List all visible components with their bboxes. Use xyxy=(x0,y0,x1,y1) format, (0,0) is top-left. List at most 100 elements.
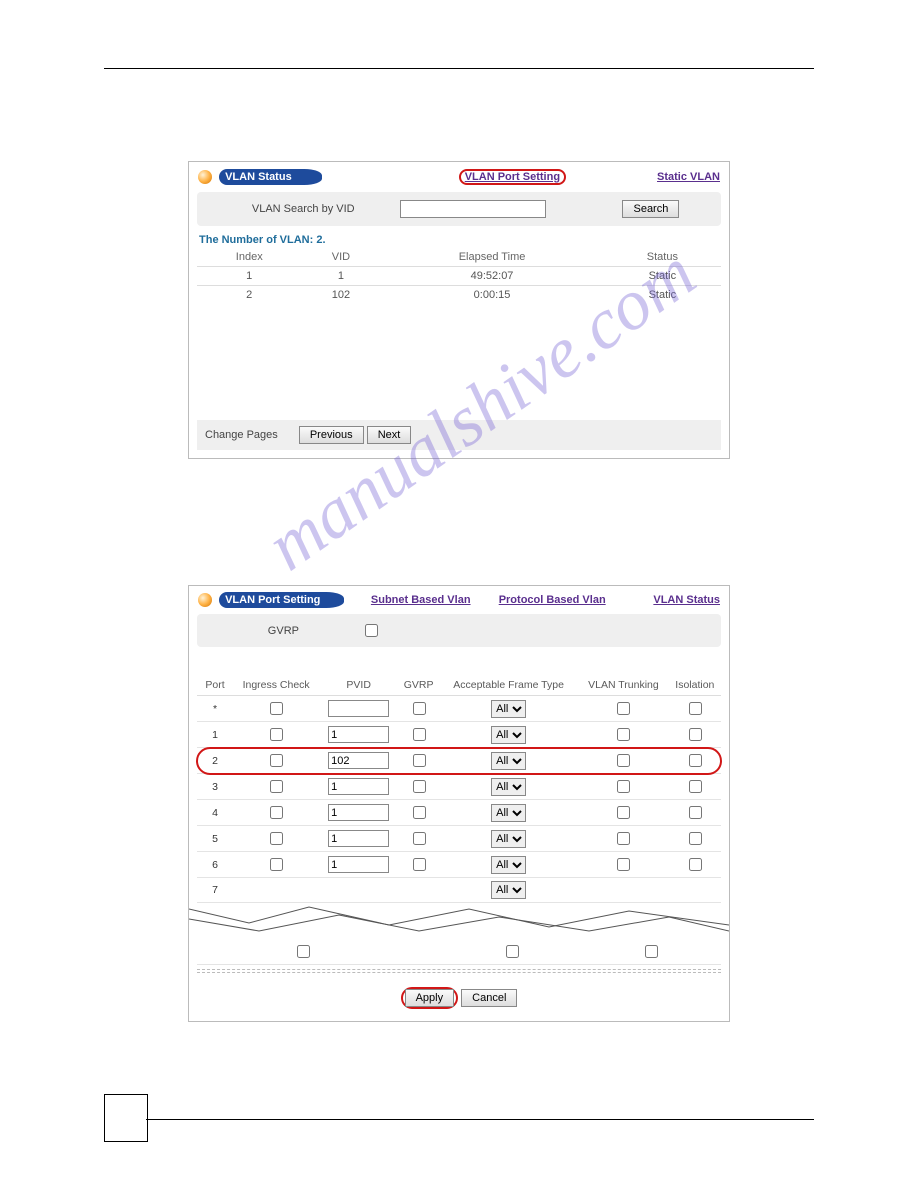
panel1-header: VLAN Status VLAN Port Setting Static VLA… xyxy=(189,162,729,190)
col-gvrp: GVRP xyxy=(398,675,439,696)
table-row: 3 All xyxy=(197,774,721,800)
col-vid: VID xyxy=(301,248,380,267)
red-highlight-port-setting: VLAN Port Setting xyxy=(459,169,566,185)
footer-box xyxy=(104,1094,148,1142)
table-row: 5 All xyxy=(197,826,721,852)
table-row: * All xyxy=(197,696,721,722)
isolation-checkbox[interactable] xyxy=(689,702,702,715)
search-row: VLAN Search by VID Search xyxy=(197,192,721,226)
orb-icon xyxy=(198,593,212,607)
ingress-checkbox[interactable] xyxy=(270,832,283,845)
isolation-checkbox[interactable] xyxy=(689,780,702,793)
isolation-checkbox[interactable] xyxy=(689,728,702,741)
gvrp-checkbox[interactable] xyxy=(413,858,426,871)
pvid-input[interactable] xyxy=(328,700,389,717)
gvrp-checkbox[interactable] xyxy=(413,780,426,793)
trunk-checkbox[interactable] xyxy=(617,806,630,819)
pvid-input[interactable] xyxy=(328,726,389,743)
search-input[interactable] xyxy=(400,200,546,218)
search-button[interactable]: Search xyxy=(622,200,679,218)
vlan-status-panel: VLAN Status VLAN Port Setting Static VLA… xyxy=(188,161,730,459)
col-trunk: VLAN Trunking xyxy=(578,675,669,696)
gvrp-global-checkbox[interactable] xyxy=(365,624,378,637)
pvid-input[interactable] xyxy=(328,752,389,769)
table-row: 2 102 0:00:15 Static xyxy=(197,286,721,305)
ingress-checkbox[interactable] xyxy=(270,806,283,819)
panel2-title: VLAN Port Setting xyxy=(219,592,344,608)
gvrp-checkbox[interactable] xyxy=(413,754,426,767)
ingress-checkbox[interactable] xyxy=(270,728,283,741)
isolation-checkbox[interactable] xyxy=(689,754,702,767)
vlan-port-setting-panel: VLAN Port Setting Subnet Based Vlan Prot… xyxy=(188,585,730,1022)
aft-select[interactable]: All xyxy=(491,726,526,744)
aft-select[interactable]: All xyxy=(491,830,526,848)
panel1-title: VLAN Status xyxy=(219,169,322,185)
aft-select[interactable]: All xyxy=(491,752,526,770)
trunk-checkbox[interactable] xyxy=(617,780,630,793)
dashed-divider xyxy=(197,969,721,973)
trunk-checkbox[interactable] xyxy=(506,945,519,958)
apply-button[interactable]: Apply xyxy=(405,989,455,1007)
ingress-checkbox[interactable] xyxy=(270,780,283,793)
table-row xyxy=(197,939,721,965)
subnet-based-vlan-link[interactable]: Subnet Based Vlan xyxy=(371,594,471,606)
aft-select[interactable]: All xyxy=(491,778,526,796)
vlan-count-label: The Number of VLAN: 2. xyxy=(189,228,729,248)
panel2-header: VLAN Port Setting Subnet Based Vlan Prot… xyxy=(189,586,729,612)
top-rule xyxy=(104,68,814,69)
ingress-checkbox[interactable] xyxy=(270,754,283,767)
trunk-checkbox[interactable] xyxy=(617,754,630,767)
pvid-input[interactable] xyxy=(328,804,389,821)
ingress-checkbox[interactable] xyxy=(270,702,283,715)
trunk-checkbox[interactable] xyxy=(617,728,630,741)
table-row: 6 All xyxy=(197,852,721,878)
col-index: Index xyxy=(197,248,301,267)
col-port: Port xyxy=(197,675,233,696)
table-row: 1 1 49:52:07 Static xyxy=(197,267,721,286)
gvrp-checkbox[interactable] xyxy=(413,702,426,715)
search-label: VLAN Search by VID xyxy=(209,199,397,219)
pvid-input[interactable] xyxy=(328,778,389,795)
ingress-checkbox[interactable] xyxy=(270,858,283,871)
aft-select[interactable]: All xyxy=(491,700,526,718)
pvid-input[interactable] xyxy=(328,856,389,873)
trunk-checkbox[interactable] xyxy=(617,858,630,871)
col-ingress: Ingress Check xyxy=(233,675,319,696)
gvrp-global-row: GVRP xyxy=(197,614,721,647)
isolation-checkbox[interactable] xyxy=(689,858,702,871)
gvrp-checkbox[interactable] xyxy=(413,806,426,819)
torn-edge-icon xyxy=(189,903,729,933)
col-elapsed: Elapsed Time xyxy=(380,248,603,267)
col-aft: Acceptable Frame Type xyxy=(439,675,578,696)
aft-select[interactable]: All xyxy=(491,881,526,899)
gvrp-global-label: GVRP xyxy=(209,620,358,641)
red-highlight-apply: Apply xyxy=(401,987,459,1009)
static-vlan-link[interactable]: Static VLAN xyxy=(657,171,720,183)
vlan-status-link[interactable]: VLAN Status xyxy=(653,594,720,606)
footer-buttons: Apply Cancel xyxy=(189,977,729,1021)
vlan-table: Index VID Elapsed Time Status 1 1 49:52:… xyxy=(197,248,721,304)
bottom-rule xyxy=(146,1119,814,1120)
protocol-based-vlan-link[interactable]: Protocol Based Vlan xyxy=(499,594,606,606)
ingress-checkbox[interactable] xyxy=(297,945,310,958)
isolation-checkbox[interactable] xyxy=(689,832,702,845)
gvrp-checkbox[interactable] xyxy=(413,728,426,741)
orb-icon xyxy=(198,170,212,184)
aft-select[interactable]: All xyxy=(491,804,526,822)
vlan-port-setting-link[interactable]: VLAN Port Setting xyxy=(465,171,560,183)
trunk-checkbox[interactable] xyxy=(617,832,630,845)
next-button[interactable]: Next xyxy=(367,426,412,444)
previous-button[interactable]: Previous xyxy=(299,426,364,444)
table-row-highlighted: 2 All xyxy=(197,748,721,774)
aft-select[interactable]: All xyxy=(491,856,526,874)
pvid-input[interactable] xyxy=(328,830,389,847)
gvrp-checkbox[interactable] xyxy=(413,832,426,845)
isolation-checkbox[interactable] xyxy=(645,945,658,958)
trunk-checkbox[interactable] xyxy=(617,702,630,715)
isolation-checkbox[interactable] xyxy=(689,806,702,819)
col-pvid: PVID xyxy=(319,675,398,696)
change-pages-label: Change Pages xyxy=(205,429,278,441)
table-row: 4 All xyxy=(197,800,721,826)
col-iso: Isolation xyxy=(669,675,721,696)
cancel-button[interactable]: Cancel xyxy=(461,989,517,1007)
